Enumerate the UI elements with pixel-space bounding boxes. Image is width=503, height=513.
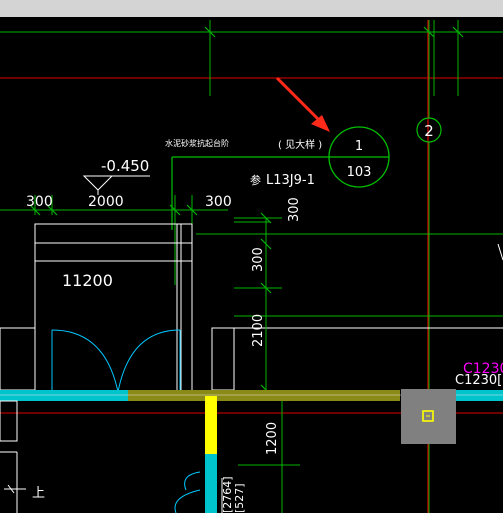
cad-canvas[interactable]: 2 1 103 水泥砂浆抗起台阶 ( 见大样 ) 参 L13J9-1 -0.45… [0, 0, 503, 513]
grid-axis-label: 2 [424, 122, 434, 140]
dim-vert-1200: 1200 [265, 422, 280, 455]
level-symbol [82, 175, 114, 191]
atlas-prefix: 参 [250, 173, 261, 187]
dim-left-300: 300 [26, 194, 53, 210]
wall-segment-olive [128, 390, 400, 401]
drawing-area: 2 1 103 水泥砂浆抗起台阶 ( 见大样 ) 参 L13J9-1 -0.45… [0, 17, 503, 513]
dim-vert-300-b: 300 [251, 247, 266, 272]
atlas-reference: L13J9-1 [266, 173, 315, 188]
door-note-paren: ( 见大样 ) [278, 138, 322, 151]
level-mark: -0.450 [101, 157, 149, 175]
step-platform [34, 223, 193, 397]
dim-right-300: 300 [205, 194, 232, 210]
dim-vert-2100: 2100 [251, 314, 266, 347]
wall-segment-cyan [0, 390, 128, 401]
door-swing-right [117, 329, 181, 393]
detail-sheet: 103 [347, 165, 372, 180]
door-swing-left [51, 329, 119, 393]
stair-text: 上 [32, 486, 45, 501]
room-number: 11200 [62, 271, 113, 290]
side-text-b: [527] [233, 483, 246, 513]
dim-2000: 2000 [88, 194, 124, 210]
pointer-arrowhead [311, 115, 330, 132]
dim-vert-300-a: 300 [287, 197, 302, 222]
door-note: 水泥砂浆抗起台阶 [165, 138, 229, 148]
detail-number: 1 [355, 139, 363, 154]
window-tag-white: C1230[1 [455, 373, 503, 388]
yellow-column [205, 396, 217, 454]
